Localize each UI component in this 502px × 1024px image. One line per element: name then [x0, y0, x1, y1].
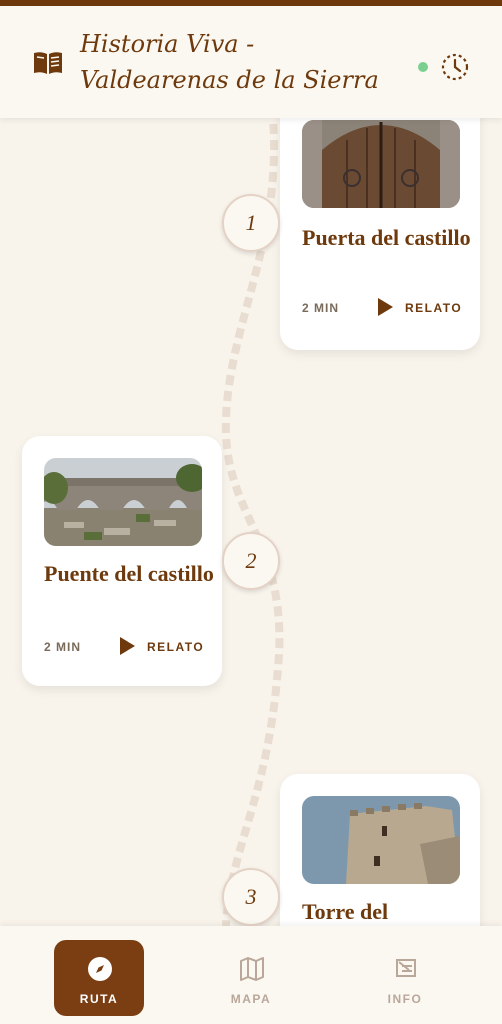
stop-duration: 2 MIN [44, 640, 82, 654]
history-clock-icon[interactable] [440, 52, 470, 82]
play-icon[interactable] [120, 637, 135, 655]
castle-gate-image [302, 120, 460, 208]
route-timeline[interactable]: Puerta del castillo 2 MIN RELATO 1 Puent… [0, 118, 502, 926]
bottom-navigation: RUTA MAPA INFO [0, 926, 502, 1024]
compass-icon [88, 957, 112, 981]
app-header: Historia Viva - Valdearenas de la Sierra [0, 6, 502, 118]
nav-label: RUTA [79, 992, 119, 1006]
nav-label: MAPA [230, 992, 272, 1006]
relato-button[interactable]: RELATO [405, 301, 462, 315]
nav-mapa[interactable]: MAPA [206, 940, 296, 1016]
stop-card-1[interactable]: Puerta del castillo 2 MIN RELATO [280, 118, 480, 350]
map-icon [240, 957, 264, 981]
stop-number-2: 2 [222, 532, 280, 590]
play-icon[interactable] [378, 298, 393, 316]
nav-ruta[interactable]: RUTA [54, 940, 144, 1016]
stop-name: Puente del castillo [44, 561, 214, 586]
stop-number-3: 3 [222, 868, 280, 926]
nav-label: INFO [387, 992, 423, 1006]
stop-number-1: 1 [222, 194, 280, 252]
nav-info[interactable]: INFO [360, 940, 450, 1016]
stop-card-3[interactable]: Torre del [280, 774, 480, 926]
open-book-icon [34, 52, 62, 74]
stop-duration: 2 MIN [302, 301, 340, 315]
status-indicator [418, 62, 428, 72]
stop-name: Puerta del castillo [302, 225, 471, 250]
stop-name: Torre del [302, 899, 389, 924]
tower-image [302, 796, 460, 884]
stop-card-2[interactable]: Puente del castillo 2 MIN RELATO [22, 436, 222, 686]
sign-icon [396, 959, 416, 977]
stone-bridge-image [44, 458, 202, 546]
relato-button[interactable]: RELATO [147, 640, 204, 654]
page-title: Historia Viva - Valdearenas de la Sierra [80, 30, 379, 94]
